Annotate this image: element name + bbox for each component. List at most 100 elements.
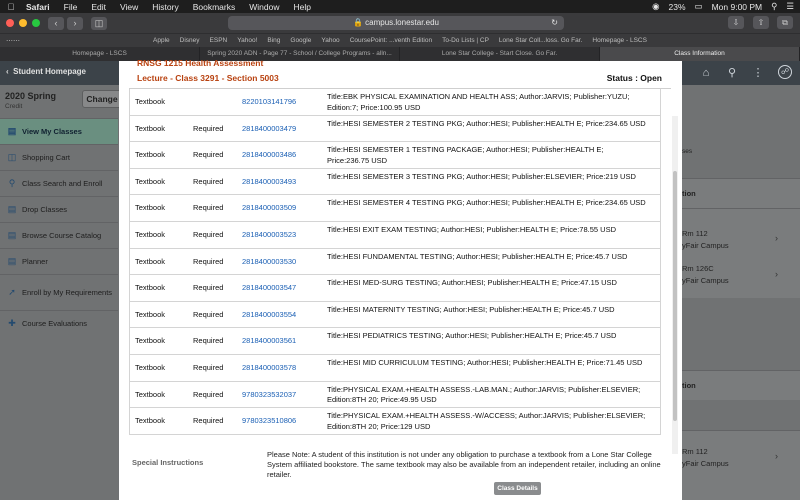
sidebar-item-course-catalog[interactable]: ▤ Browse Course Catalog <box>0 222 118 248</box>
chevron-right-icon[interactable]: › <box>775 269 778 279</box>
zoom-window-button[interactable] <box>32 19 40 27</box>
table-row: Textbook Required 2818400003509 Title:HESI … <box>129 195 661 222</box>
table-row: Textbook Required 2818400003523 Title:HESI … <box>129 221 661 249</box>
isbn-link[interactable]: 2818400003554 <box>242 310 296 319</box>
menu-file[interactable]: File <box>64 2 78 12</box>
scrollbar[interactable] <box>672 116 678 454</box>
evaluation-icon: ✚ <box>8 318 16 328</box>
forward-button[interactable]: › <box>67 16 83 30</box>
menu-history[interactable]: History <box>152 2 178 12</box>
minimize-window-button[interactable] <box>19 19 27 27</box>
isbn-link[interactable]: 2818400003561 <box>242 336 296 345</box>
downloads-icon[interactable]: ⇩ <box>728 16 744 29</box>
table-row: Textbook Required 2818400003561 Title:HESI … <box>129 328 661 355</box>
back-button[interactable]: ‹ <box>48 16 64 30</box>
isbn-link[interactable]: 2818400003479 <box>242 124 296 133</box>
battery-percent[interactable]: 23% <box>669 2 686 12</box>
textbook-scroll-area[interactable]: Textbook 8220103141796 Title:EBK PHYSICAL … <box>129 88 671 466</box>
menu-icon[interactable]: ⋮ <box>750 65 766 81</box>
show-favorites-icon[interactable]: ⋯⋯ <box>6 37 20 45</box>
sidebar-item-planner[interactable]: ▤ Planner <box>0 248 118 274</box>
isbn-link[interactable]: 2818400003509 <box>242 203 296 212</box>
scrollbar-thumb[interactable] <box>673 171 677 421</box>
favorite-link[interactable]: Lone Star Coll...loss. Go Far. <box>499 37 582 44</box>
isbn-link[interactable]: 2818400003493 <box>242 177 296 186</box>
change-term-button[interactable]: Change <box>82 90 122 108</box>
isbn-link[interactable]: 2818400003530 <box>242 257 296 266</box>
sidebar-item-enroll-requirements[interactable]: ➚ Enroll by My Requirements <box>0 274 118 310</box>
isbn-link[interactable]: 2818400003523 <box>242 230 296 239</box>
table-row: Textbook Required 2818400003547 Title:HESI … <box>129 275 661 302</box>
home-icon[interactable]: ⌂ <box>698 65 714 81</box>
favorite-link[interactable]: Homepage - LSCS <box>592 37 647 44</box>
battery-icon[interactable]: ▭ <box>695 1 703 12</box>
back-to-homepage-link[interactable]: ‹ Student Homepage <box>6 67 86 76</box>
menu-app[interactable]: Safari <box>26 2 50 12</box>
class-details-button[interactable]: Class Details <box>494 482 541 495</box>
table-row: Textbook Required 2818400003578 Title:HESI … <box>129 354 661 382</box>
reload-icon[interactable]: ↻ <box>551 16 558 30</box>
sidebar-item-label: Drop Classes <box>22 205 68 214</box>
isbn-link[interactable]: 2818400003547 <box>242 283 296 292</box>
isbn-link[interactable]: 9780323532037 <box>242 390 296 399</box>
clock[interactable]: Mon 9:00 PM <box>712 2 763 12</box>
chevron-right-icon[interactable]: › <box>775 451 778 461</box>
room-text: Rm 112 <box>682 229 708 238</box>
material-type: Textbook <box>135 176 166 186</box>
isbn-link[interactable]: 8220103141796 <box>242 97 296 106</box>
table-row: Textbook 8220103141796 Title:EBK PHYSICAL … <box>129 89 661 116</box>
book-details: Title:EBK PHYSICAL EXAMINATION AND HEALT… <box>327 92 630 112</box>
wifi-icon[interactable]: ◉ <box>652 1 659 12</box>
new-tab-icon[interactable]: ⧉ <box>777 16 793 29</box>
sidebar-item-label: Class Search and Enroll <box>22 179 103 188</box>
chevron-right-icon[interactable]: › <box>775 233 778 243</box>
material-type: Textbook <box>135 309 166 319</box>
favorite-link[interactable]: Yahoo! <box>237 37 257 44</box>
favorite-link[interactable]: ESPN <box>210 37 228 44</box>
class-information-modal: RNSG 1215 Health Assessment Lecture - Cl… <box>119 58 682 500</box>
back-label: Student Homepage <box>13 67 87 76</box>
menu-window[interactable]: Window <box>249 2 279 12</box>
menu-edit[interactable]: Edit <box>91 2 106 12</box>
material-type: Textbook <box>135 416 166 426</box>
search-icon[interactable]: ⚲ <box>724 65 740 81</box>
isbn-link[interactable]: 2818400003578 <box>242 363 296 372</box>
address-bar[interactable]: 🔒 campus.lonestar.edu ↻ <box>228 16 564 30</box>
favorite-link[interactable]: To-Do Lists | CP <box>442 37 489 44</box>
lecture-title: Lecture - Class 3291 - Section 5003 <box>137 73 279 83</box>
partial-text: tion <box>682 189 696 198</box>
favorite-link[interactable]: CoursePoint: ...venth Edition <box>350 37 432 44</box>
navbar-icon[interactable]: ☍ <box>778 65 792 79</box>
material-type: Textbook <box>135 97 166 106</box>
isbn-link[interactable]: 2818400003486 <box>242 150 296 159</box>
share-icon[interactable]: ⇧ <box>753 16 769 29</box>
spotlight-icon[interactable]: ⚲ <box>771 1 777 12</box>
sidebar-item-drop-classes[interactable]: ▤ Drop Classes <box>0 196 118 222</box>
favorite-link[interactable]: Apple <box>153 37 170 44</box>
isbn-link[interactable]: 9780323510806 <box>242 416 296 425</box>
menu-help[interactable]: Help <box>293 2 310 12</box>
favorite-link[interactable]: Google <box>290 37 311 44</box>
book-details: Title:HESI PEDIATRICS TESTING; Author:HE… <box>327 331 617 341</box>
sidebar-item-label: Planner <box>22 257 48 266</box>
textbook-table: Textbook 8220103141796 Title:EBK PHYSICAL … <box>129 89 661 435</box>
control-center-icon[interactable]: ☰ <box>786 1 794 12</box>
menu-view[interactable]: View <box>120 2 138 12</box>
tab-class-information[interactable]: Class Information <box>600 47 800 61</box>
favorite-link[interactable]: Yahoo <box>321 37 339 44</box>
sidebar-toggle-icon[interactable]: ◫ <box>91 16 107 30</box>
tab-lone-star[interactable]: Lone Star College - Start Close. Go Far. <box>400 47 600 61</box>
menu-bookmarks[interactable]: Bookmarks <box>193 2 236 12</box>
apple-icon[interactable]:  <box>6 2 16 12</box>
book-details: Title:PHYSICAL EXAM.+HEALTH ASSESS.-W/AC… <box>327 411 646 431</box>
close-window-button[interactable] <box>6 19 14 27</box>
favorite-link[interactable]: Disney <box>180 37 200 44</box>
drop-icon: ▤ <box>7 204 17 214</box>
sidebar-item-view-my-classes[interactable]: ▤ View My Classes <box>0 118 118 144</box>
sidebar-item-label: View My Classes <box>22 127 82 136</box>
requirement: Required <box>193 309 224 319</box>
sidebar-item-course-evaluations[interactable]: ✚ Course Evaluations <box>0 310 118 336</box>
sidebar-item-shopping-cart[interactable]: ◫ Shopping Cart <box>0 144 118 170</box>
sidebar-item-class-search[interactable]: ⚲ Class Search and Enroll <box>0 170 118 196</box>
favorite-link[interactable]: Bing <box>267 37 280 44</box>
